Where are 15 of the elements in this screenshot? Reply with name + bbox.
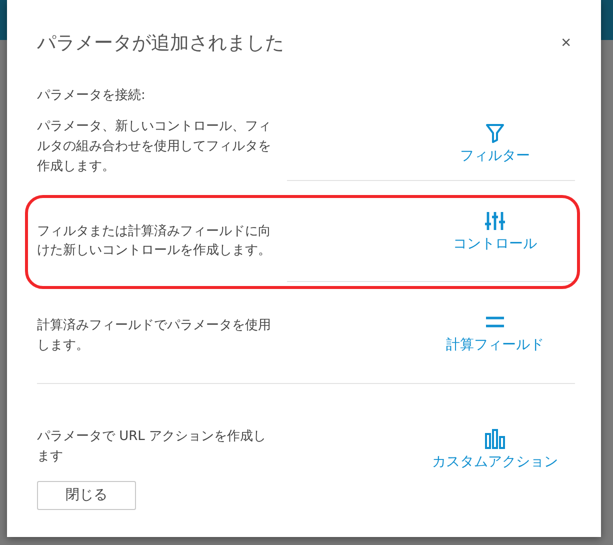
option-description: 計算済みフィールドでパラメータを使用します。: [37, 316, 272, 354]
dialog-title: パラメータが追加されました: [37, 31, 284, 56]
option-button[interactable]: 計算フィールド: [415, 311, 575, 354]
sliders-icon: [484, 210, 506, 232]
close-button[interactable]: ×: [557, 33, 575, 53]
bar-chart-icon: [484, 428, 506, 450]
option-description: パラメータ、新しいコントロール、フィルタの組み合わせを使用してフィルタを作成します。: [37, 118, 272, 176]
option-description: パラメータで URL アクションを作成します: [37, 428, 268, 466]
option-button[interactable]: コントロール: [415, 210, 575, 252]
option-button[interactable]: フィルター: [415, 122, 575, 164]
option-button[interactable]: カスタムアクション: [415, 428, 575, 470]
option-description: フィルタまたは計算済みフィールドに向けた新しいコントロールを作成します。: [37, 222, 272, 260]
section-label: パラメータを接続:: [37, 87, 146, 105]
funnel-icon: [484, 122, 506, 144]
close-dialog-button[interactable]: 閉じる: [37, 480, 136, 510]
